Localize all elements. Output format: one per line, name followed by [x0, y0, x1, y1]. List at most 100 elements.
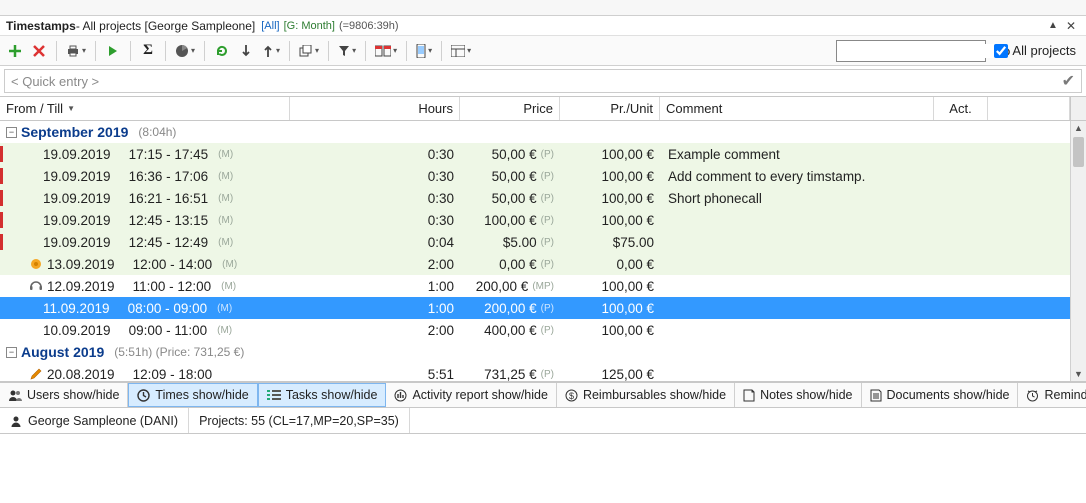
clock-icon: [137, 389, 150, 402]
search-field[interactable]: [839, 44, 994, 58]
scroll-down-arrow[interactable]: ▼: [1071, 367, 1086, 381]
row-comment: Add comment to every timstamp.: [660, 165, 934, 187]
row-comment: [660, 209, 934, 231]
row-tag: (M): [218, 171, 233, 182]
status-bar: George Sampleone (DANI) Projects: 55 (CL…: [0, 408, 1086, 434]
daterange-button[interactable]: ▾: [372, 40, 400, 62]
layout-button[interactable]: ▾: [448, 40, 474, 62]
col-from-till[interactable]: From / Till▼: [0, 97, 290, 120]
timestamp-row[interactable]: 19.09.201917:15 - 17:45(M)0:3050,00 €(P)…: [0, 143, 1070, 165]
timestamp-row[interactable]: 19.09.201916:36 - 17:06(M)0:3050,00 €(P)…: [0, 165, 1070, 187]
expander-button[interactable]: −: [6, 127, 17, 138]
col-act[interactable]: Act.: [934, 97, 988, 120]
panel-titlebar: Timestamps - All projects [George Sample…: [0, 16, 1086, 36]
search-input[interactable]: [836, 40, 986, 62]
grid-header: From / Till▼ Hours Price Pr./Unit Commen…: [0, 97, 1086, 121]
row-hours: 1:00: [290, 297, 460, 319]
row-act: [934, 275, 988, 297]
row-hours: 1:00: [290, 275, 460, 297]
toggle-users[interactable]: Users show/hide: [0, 383, 128, 407]
toggle-notes[interactable]: Notes show/hide: [735, 383, 861, 407]
note-icon: [743, 389, 755, 402]
vertical-scrollbar[interactable]: ▲ ▼: [1070, 121, 1086, 381]
timestamp-row[interactable]: 13.09.201912:00 - 14:00(M)2:000,00 €(P)0…: [0, 253, 1070, 275]
toggle-documents[interactable]: Documents show/hide: [862, 383, 1019, 407]
toggle-activity[interactable]: Activity report show/hide: [386, 383, 556, 407]
sort-down-button[interactable]: [235, 40, 257, 62]
piechart-button[interactable]: ▾: [172, 40, 198, 62]
row-hours: 0:30: [290, 165, 460, 187]
toggle-times[interactable]: Times show/hide: [128, 383, 257, 407]
row-price: 100,00 €(P): [460, 209, 560, 231]
sum-button[interactable]: Σ: [137, 40, 159, 62]
timestamp-row[interactable]: 10.09.201909:00 - 11:00(M)2:00400,00 €(P…: [0, 319, 1070, 341]
users-icon: [8, 389, 22, 401]
row-date: 11.09.2019: [43, 301, 110, 316]
row-date: 19.09.2019: [43, 191, 111, 206]
filter-button[interactable]: ▾: [335, 40, 359, 62]
toggle-reminders[interactable]: Reminders sho: [1018, 383, 1086, 407]
row-hours: 0:30: [290, 187, 460, 209]
row-comment: [660, 319, 934, 341]
col-comment[interactable]: Comment: [660, 97, 934, 120]
month-header-row[interactable]: −September 2019(8:04h): [0, 121, 1070, 143]
all-projects-checkbox[interactable]: All projects: [994, 43, 1076, 58]
grid-body[interactable]: −September 2019(8:04h)19.09.201917:15 - …: [0, 121, 1070, 381]
timestamp-row[interactable]: 19.09.201912:45 - 13:15(M)0:30100,00 €(P…: [0, 209, 1070, 231]
row-time: 12:45 - 12:49: [129, 235, 209, 250]
copy-button[interactable]: ▾: [296, 40, 322, 62]
row-price: 400,00 €(P): [460, 319, 560, 341]
toolbar: ▾ Σ ▾ ▾ ▾ ▾ ▾ ▾ ▾ All projects: [0, 36, 1086, 66]
row-price: 200,00 €(P): [460, 297, 560, 319]
play-button[interactable]: [102, 40, 124, 62]
title-main: Timestamps: [6, 19, 76, 33]
filter-month-link[interactable]: [G: Month]: [284, 20, 335, 32]
timestamp-row[interactable]: 20.08.201912:09 - 18:005:51731,25 €(P)12…: [0, 363, 1070, 381]
toggle-reimbursables[interactable]: $ Reimbursables show/hide: [557, 383, 735, 407]
panel-menu-caret[interactable]: ▲: [1044, 20, 1062, 31]
row-price: 200,00 €(MP): [460, 275, 560, 297]
scroll-up-arrow[interactable]: ▲: [1071, 121, 1086, 135]
check-icon[interactable]: ✔: [1062, 71, 1075, 91]
col-hours[interactable]: Hours: [290, 97, 460, 120]
svg-text:$: $: [569, 391, 574, 401]
row-hours: 0:30: [290, 209, 460, 231]
filter-all-link[interactable]: [All]: [261, 20, 279, 32]
print-button[interactable]: ▾: [63, 40, 89, 62]
toggle-tasks[interactable]: Tasks show/hide: [258, 383, 387, 407]
timestamp-row[interactable]: 12.09.201911:00 - 12:00(M)1:00200,00 €(M…: [0, 275, 1070, 297]
refresh-button[interactable]: [211, 40, 233, 62]
row-tag: (M): [218, 237, 233, 248]
all-projects-input[interactable]: [994, 44, 1008, 58]
add-button[interactable]: [4, 40, 26, 62]
row-prunit: 100,00 €: [560, 187, 660, 209]
row-comment: [660, 297, 934, 319]
col-pr-unit[interactable]: Pr./Unit: [560, 97, 660, 120]
all-projects-label: All projects: [1012, 43, 1076, 58]
row-price: 50,00 €(P): [460, 165, 560, 187]
row-act: [934, 165, 988, 187]
status-user: George Sampleone (DANI): [0, 408, 189, 433]
status-projects: Projects: 55 (CL=17,MP=20,SP=35): [189, 408, 410, 433]
timestamp-row[interactable]: 11.09.201908:00 - 09:00(M)1:00200,00 €(P…: [0, 297, 1070, 319]
panel-close-button[interactable]: ✕: [1062, 19, 1080, 33]
quick-entry-input[interactable]: < Quick entry > ✔: [4, 69, 1082, 93]
row-date: 13.09.2019: [47, 257, 115, 272]
expander-button[interactable]: −: [6, 347, 17, 358]
row-price: 50,00 €(P): [460, 143, 560, 165]
total-hours: (=9806:39h): [339, 20, 399, 32]
row-act: [934, 143, 988, 165]
row-act: [934, 209, 988, 231]
delete-button[interactable]: [28, 40, 50, 62]
row-prunit: 100,00 €: [560, 275, 660, 297]
col-price[interactable]: Price: [460, 97, 560, 120]
mobile-button[interactable]: ▾: [413, 40, 435, 62]
sort-up-button[interactable]: ▾: [259, 40, 283, 62]
scroll-thumb[interactable]: [1073, 137, 1084, 167]
timestamp-row[interactable]: 19.09.201912:45 - 12:49(M)0:04$5.00(P)$7…: [0, 231, 1070, 253]
row-act: [934, 253, 988, 275]
timestamp-row[interactable]: 19.09.201916:21 - 16:51(M)0:3050,00 €(P)…: [0, 187, 1070, 209]
col-spacer: [988, 97, 1070, 120]
month-header-row[interactable]: −August 2019(5:51h) (Price: 731,25 €): [0, 341, 1070, 363]
timestamps-grid: From / Till▼ Hours Price Pr./Unit Commen…: [0, 96, 1086, 382]
